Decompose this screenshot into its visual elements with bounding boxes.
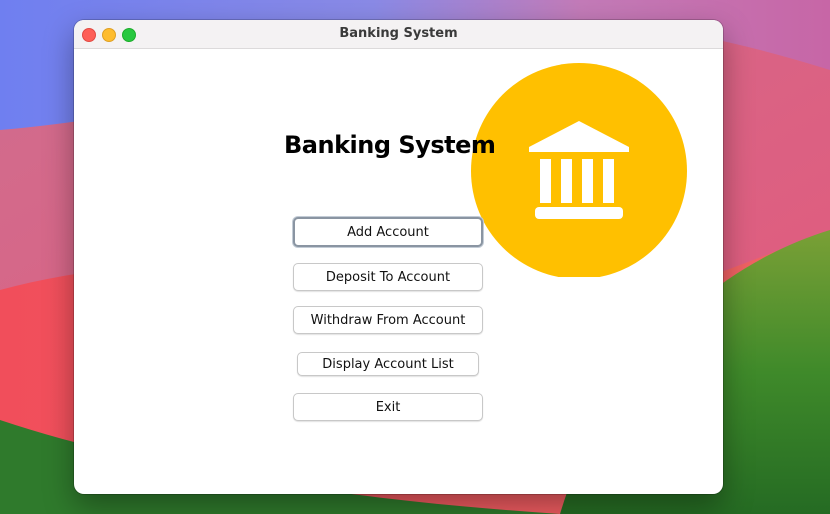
page-heading: Banking System bbox=[284, 131, 496, 159]
add-account-button[interactable]: Add Account bbox=[293, 217, 483, 247]
title-bar[interactable]: Banking System bbox=[74, 20, 723, 49]
app-window: Banking System Banking System Add Accoun… bbox=[74, 20, 723, 494]
withdraw-from-account-button[interactable]: Withdraw From Account bbox=[293, 306, 483, 334]
window-title: Banking System bbox=[339, 26, 458, 41]
deposit-to-account-button[interactable]: Deposit To Account bbox=[293, 263, 483, 291]
exit-button[interactable]: Exit bbox=[293, 393, 483, 421]
bank-logo bbox=[471, 63, 687, 277]
bank-building-icon bbox=[529, 121, 629, 219]
display-account-list-button[interactable]: Display Account List bbox=[297, 352, 479, 376]
